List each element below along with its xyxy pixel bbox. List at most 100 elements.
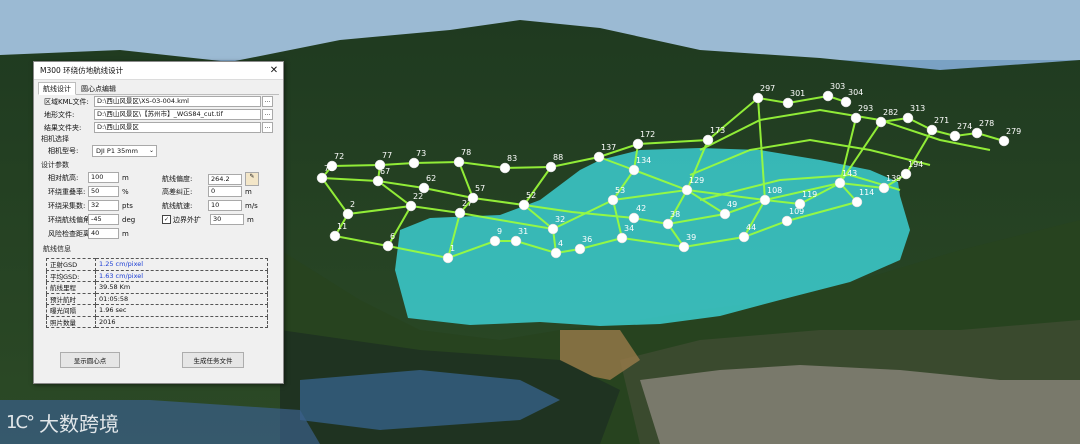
waypoint-marker[interactable] bbox=[342, 208, 354, 220]
waypoint-marker[interactable] bbox=[574, 243, 586, 255]
waypoint-marker[interactable] bbox=[678, 241, 690, 253]
param-speed-input[interactable]: 10 bbox=[208, 200, 242, 211]
waypoint-label: 114 bbox=[859, 188, 874, 197]
param-overlap-input[interactable]: 50 bbox=[88, 186, 119, 197]
waypoint-marker[interactable] bbox=[782, 97, 794, 109]
param-speed-unit: m/s bbox=[245, 201, 258, 210]
param-heading-label: 航线偏度: bbox=[162, 175, 193, 183]
show-center-button[interactable]: 显示圆心点 bbox=[60, 352, 120, 368]
dialog-titlebar: M300 环绕仿地航线设计 ✕ bbox=[34, 62, 283, 80]
waypoint-label: 143 bbox=[842, 169, 857, 178]
kml-file-label: 区域KML文件: bbox=[44, 97, 89, 106]
waypoint-marker[interactable] bbox=[499, 162, 511, 174]
close-icon[interactable]: ✕ bbox=[265, 65, 283, 76]
info-value: 01:05:58 bbox=[95, 292, 268, 305]
waypoint-marker[interactable] bbox=[632, 138, 644, 150]
camera-value: DJI P1 35mm bbox=[96, 147, 138, 155]
param-altitude-input[interactable]: 100 bbox=[88, 172, 119, 183]
camera-select[interactable]: DJI P1 35mm ⌄ bbox=[92, 145, 157, 157]
waypoint-marker[interactable] bbox=[850, 112, 862, 124]
waypoint-label: 73 bbox=[416, 149, 426, 158]
waypoint-marker[interactable] bbox=[971, 127, 983, 139]
waypoint-label: 271 bbox=[934, 116, 949, 125]
boundary-expand-unit: m bbox=[247, 215, 254, 224]
waypoint-marker[interactable] bbox=[442, 252, 454, 264]
waypoint-marker[interactable] bbox=[408, 157, 420, 169]
param-angle-label: 环绕航线偏角: bbox=[48, 215, 93, 224]
watermark-text: 大数跨境 bbox=[39, 412, 120, 436]
output-folder-label: 结果文件夹: bbox=[44, 123, 82, 132]
waypoint-label: 27 bbox=[462, 199, 472, 208]
param-speed-label: 航线航速: bbox=[162, 201, 193, 210]
waypoint-label: 53 bbox=[615, 186, 625, 195]
info-value: 2016 bbox=[95, 315, 268, 328]
waypoint-marker[interactable] bbox=[875, 116, 887, 128]
kml-file-input[interactable]: D:\西山风景区\XS-03-004.kml bbox=[94, 96, 261, 107]
param-count-input[interactable]: 32 bbox=[88, 200, 119, 211]
waypoint-marker[interactable] bbox=[382, 240, 394, 252]
waypoint-marker[interactable] bbox=[822, 90, 834, 102]
waypoint-marker[interactable] bbox=[902, 112, 914, 124]
generate-task-button[interactable]: 生成任务文件 bbox=[182, 352, 244, 368]
waypoint-marker[interactable] bbox=[900, 168, 912, 180]
waypoint-marker[interactable] bbox=[702, 134, 714, 146]
waypoint-marker[interactable] bbox=[681, 184, 693, 196]
waypoint-marker[interactable] bbox=[851, 196, 863, 208]
tab-route-design[interactable]: 航线设计 bbox=[38, 82, 76, 95]
waypoint-marker[interactable] bbox=[628, 212, 640, 224]
draw-heading-icon[interactable]: ✎ bbox=[245, 172, 259, 186]
terrain-browse-button[interactable]: ... bbox=[262, 109, 273, 120]
camera-label: 相机型号: bbox=[48, 147, 79, 155]
waypoint-marker[interactable] bbox=[926, 124, 938, 136]
waypoint-label: 172 bbox=[640, 130, 655, 139]
boundary-expand-checkbox[interactable]: ✓ bbox=[162, 215, 171, 224]
waypoint-marker[interactable] bbox=[998, 135, 1010, 147]
waypoint-marker[interactable] bbox=[405, 200, 417, 212]
waypoint-label: 173 bbox=[710, 126, 725, 135]
table-row: 航线里程 39.58 Km bbox=[46, 281, 268, 294]
terrain-file-input[interactable]: D:\西山风景区\【苏州市】_WGS84_cut.tif bbox=[94, 109, 261, 120]
param-angle-input[interactable]: -45 bbox=[88, 214, 119, 225]
output-browse-button[interactable]: ... bbox=[262, 122, 273, 133]
waypoint-marker[interactable] bbox=[794, 198, 806, 210]
waypoint-marker[interactable] bbox=[949, 130, 961, 142]
waypoint-label: 137 bbox=[601, 143, 616, 152]
tab-center-edit[interactable]: 圆心点编辑 bbox=[76, 82, 121, 94]
waypoint-label: 83 bbox=[507, 154, 517, 163]
waypoint-marker[interactable] bbox=[834, 177, 846, 189]
boundary-expand-input[interactable]: 30 bbox=[210, 214, 244, 225]
waypoint-marker[interactable] bbox=[840, 96, 852, 108]
waypoint-marker[interactable] bbox=[550, 247, 562, 259]
output-folder-input[interactable]: D:\西山风景区 bbox=[94, 122, 261, 133]
waypoint-marker[interactable] bbox=[878, 182, 890, 194]
waypoint-marker[interactable] bbox=[453, 156, 465, 168]
waypoint-marker[interactable] bbox=[329, 230, 341, 242]
info-key: 曝光间隔 bbox=[46, 304, 96, 317]
waypoint-marker[interactable] bbox=[510, 235, 522, 247]
waypoint-marker[interactable] bbox=[518, 199, 530, 211]
waypoint-marker[interactable] bbox=[738, 231, 750, 243]
camera-section-title: 相机选择 bbox=[41, 135, 69, 143]
waypoint-label: 2 bbox=[350, 200, 355, 209]
param-height-correct-input[interactable]: 0 bbox=[208, 186, 242, 197]
param-heading-input[interactable]: 264.2 bbox=[208, 173, 242, 185]
waypoint-marker[interactable] bbox=[616, 232, 628, 244]
waypoint-marker[interactable] bbox=[628, 164, 640, 176]
waypoint-marker[interactable] bbox=[781, 215, 793, 227]
waypoint-marker[interactable] bbox=[454, 207, 466, 219]
param-risk-input[interactable]: 40 bbox=[88, 228, 119, 239]
route-design-dialog: M300 环绕仿地航线设计 ✕ 航线设计 圆心点编辑 区域KML文件: D:\西… bbox=[33, 61, 284, 384]
waypoint-marker[interactable] bbox=[752, 92, 764, 104]
waypoint-marker[interactable] bbox=[759, 194, 771, 206]
waypoint-marker[interactable] bbox=[316, 172, 328, 184]
waypoint-label: 72 bbox=[334, 152, 344, 161]
waypoint-marker[interactable] bbox=[607, 194, 619, 206]
waypoint-marker[interactable] bbox=[545, 161, 557, 173]
waypoint-marker[interactable] bbox=[593, 151, 605, 163]
waypoint-marker[interactable] bbox=[489, 235, 501, 247]
waypoint-marker[interactable] bbox=[547, 223, 559, 235]
waypoint-marker[interactable] bbox=[662, 218, 674, 230]
kml-browse-button[interactable]: ... bbox=[262, 96, 273, 107]
waypoint-marker[interactable] bbox=[719, 208, 731, 220]
waypoint-marker[interactable] bbox=[372, 175, 384, 187]
